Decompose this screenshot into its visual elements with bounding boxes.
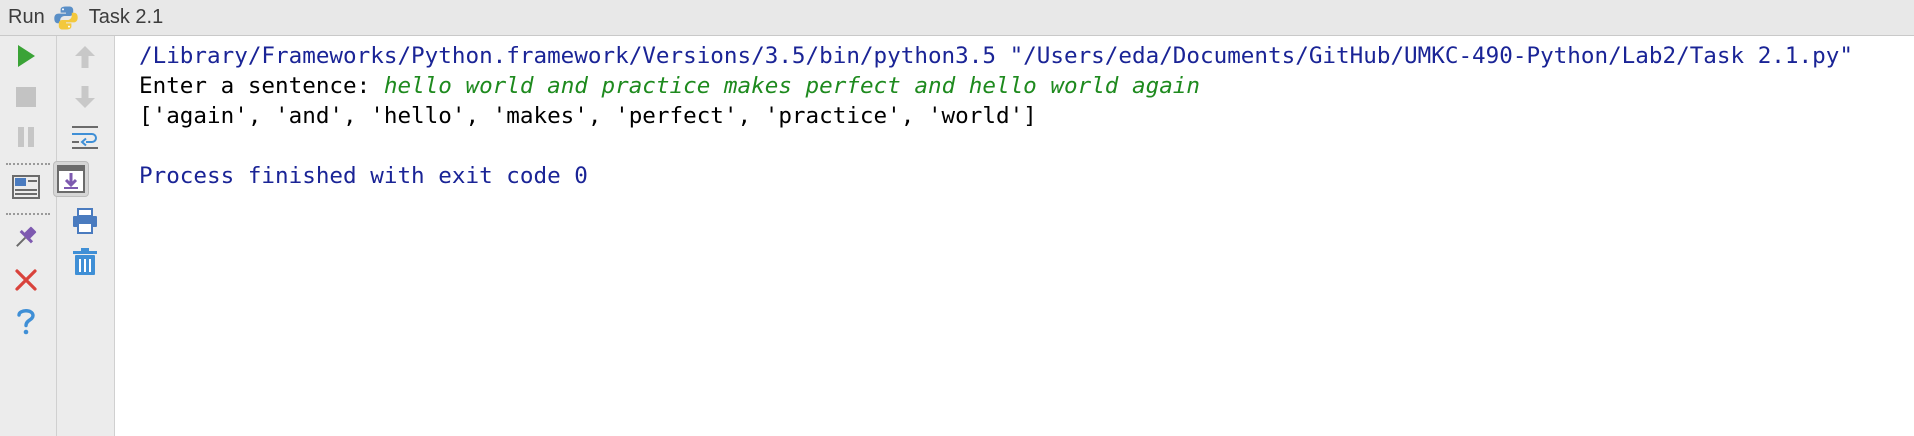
toolbar-separator [6,213,50,215]
help-icon [17,309,35,335]
restore-layout-button[interactable] [6,167,46,207]
trash-icon [73,248,97,275]
stop-button[interactable] [6,77,46,117]
layout-icon [12,175,40,199]
run-toolbar-right [53,36,115,436]
previous-occurrence-button[interactable] [65,37,105,77]
input-line: Enter a sentence: hello world and practi… [139,71,1200,101]
close-run-tab-button[interactable] [6,260,46,300]
soft-wrap-icon [72,126,98,149]
run-toolbar-left [0,36,57,436]
run-config-name[interactable]: Task 2.1 [89,6,163,29]
up-arrow-icon [75,46,95,68]
next-occurrence-button[interactable] [65,77,105,117]
program-output: ['again', 'and', 'hello', 'makes', 'perf… [139,103,1037,129]
print-icon [73,208,97,234]
prompt-text: Enter a sentence: [139,73,384,99]
run-icon [18,45,35,67]
console-output[interactable]: /Library/Frameworks/Python.framework/Ver… [115,36,1914,436]
down-arrow-icon [75,86,95,108]
pin-icon [16,226,37,247]
python-icon [53,5,79,31]
pause-button[interactable] [6,117,46,157]
pin-tab-button[interactable] [6,217,46,257]
exit-message: Process finished with exit code 0 [139,163,588,189]
rerun-button[interactable] [6,36,46,76]
scroll-to-end-toggle[interactable] [53,161,89,197]
soft-wrap-button[interactable] [65,117,105,157]
scroll-to-end-icon [57,165,85,193]
close-icon [15,269,37,291]
user-input-text: hello world and practice makes perfect a… [383,73,1201,99]
command-line: /Library/Frameworks/Python.framework/Ver… [139,43,1853,69]
stop-icon [16,87,36,107]
run-toolwindow-header: Run Task 2.1 [0,0,1914,36]
toolbar-separator [6,163,50,165]
run-label: Run [8,6,45,28]
print-button[interactable] [65,201,105,241]
pause-icon [18,127,34,147]
help-button[interactable] [6,301,46,341]
clear-all-button[interactable] [65,242,105,282]
